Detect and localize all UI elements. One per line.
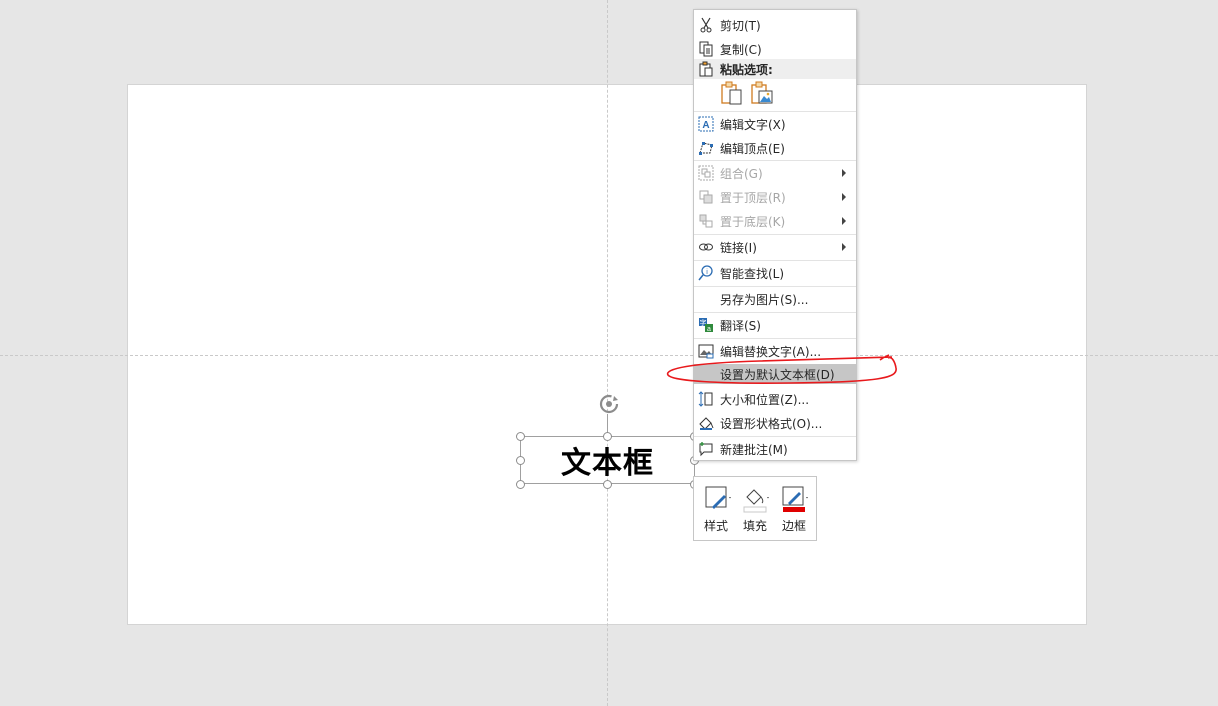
rotate-handle-icon[interactable] — [597, 392, 621, 416]
context-menu: 剪切(T) 复制(C) 粘贴选项: A 编辑文字(X) 编辑顶点(E) 组合(G… — [693, 9, 857, 461]
submenu-arrow-icon — [842, 243, 846, 251]
menu-item-size-position[interactable]: 大小和位置(Z)... — [694, 387, 856, 411]
horizontal-guide — [0, 355, 1218, 356]
translate-icon: 字a — [697, 316, 715, 334]
menu-item-cut[interactable]: 剪切(T) — [694, 13, 856, 37]
menu-item-label: 新建批注(M) — [720, 442, 788, 457]
edit-points-icon — [697, 139, 715, 157]
menu-item-bring-to-front[interactable]: 置于顶层(R) — [694, 185, 856, 209]
style-label: 样式 — [703, 519, 728, 533]
submenu-arrow-icon — [842, 169, 846, 177]
svg-text:i: i — [706, 269, 708, 276]
menu-item-label: 编辑文字(X) — [720, 117, 786, 132]
resize-handle-left[interactable] — [516, 456, 525, 465]
send-to-back-icon — [697, 212, 715, 230]
menu-item-link[interactable]: 链接(I) — [694, 235, 856, 259]
edit-text-icon: A — [697, 115, 715, 133]
menu-item-new-comment[interactable]: 新建批注(M) — [694, 437, 856, 461]
scissors-icon — [697, 16, 715, 34]
menu-item-label: 大小和位置(Z)... — [720, 392, 810, 407]
menu-item-format-shape[interactable]: 设置形状格式(O)... — [694, 411, 856, 435]
mini-toolbar: 样式 填充 边框 — [693, 476, 817, 541]
textbox-text[interactable]: 文本框 — [520, 436, 695, 484]
menu-item-edit-alt-text[interactable]: 编辑替换文字(A)... — [694, 339, 856, 363]
menu-item-label: 编辑替换文字(A)... — [720, 344, 822, 359]
svg-text:a: a — [707, 326, 711, 333]
menu-item-send-to-back[interactable]: 置于底层(K) — [694, 209, 856, 233]
menu-item-label: 组合(G) — [720, 166, 763, 181]
submenu-arrow-icon — [842, 193, 846, 201]
menu-item-label: 编辑顶点(E) — [720, 141, 785, 156]
resize-handle-top[interactable] — [603, 432, 612, 441]
menu-item-label: 另存为图片(S)... — [720, 292, 809, 307]
border-button[interactable]: 边框 — [776, 481, 812, 537]
menu-header-label: 粘贴选项: — [720, 62, 773, 77]
group-icon — [697, 164, 715, 182]
menu-item-label: 剪切(T) — [720, 18, 761, 33]
fill-label: 填充 — [742, 519, 767, 533]
style-button[interactable]: 样式 — [698, 481, 734, 537]
border-label: 边框 — [781, 519, 806, 533]
menu-item-copy[interactable]: 复制(C) — [694, 37, 856, 61]
menu-item-label: 设置为默认文本框(D) — [720, 367, 835, 382]
fill-button[interactable]: 填充 — [737, 481, 773, 537]
menu-header-paste-options: 粘贴选项: — [694, 59, 856, 79]
menu-item-translate[interactable]: 字a 翻译(S) — [694, 313, 856, 337]
menu-item-label: 复制(C) — [720, 42, 762, 57]
menu-item-smart-lookup[interactable]: i 智能查找(L) — [694, 261, 856, 285]
link-icon — [697, 238, 715, 256]
fill-bucket-icon — [743, 489, 769, 513]
bring-to-front-icon — [697, 188, 715, 206]
submenu-arrow-icon — [842, 217, 846, 225]
paste-picture-icon[interactable] — [750, 81, 774, 109]
menu-item-label: 智能查找(L) — [720, 266, 785, 281]
menu-item-edit-points[interactable]: 编辑顶点(E) — [694, 136, 856, 160]
paste-keep-formatting-icon[interactable] — [720, 81, 744, 109]
menu-item-label: 翻译(S) — [720, 318, 761, 333]
resize-handle-bottom[interactable] — [603, 480, 612, 489]
clipboard-icon — [697, 60, 715, 78]
size-position-icon — [697, 390, 715, 408]
resize-handle-bottom-left[interactable] — [516, 480, 525, 489]
border-pen-icon — [782, 486, 808, 512]
shape-style-icon — [705, 486, 731, 509]
menu-item-group[interactable]: 组合(G) — [694, 161, 856, 185]
menu-item-save-as-picture[interactable]: 另存为图片(S)... — [694, 287, 856, 311]
copy-icon — [697, 40, 715, 58]
menu-item-label: 置于底层(K) — [720, 214, 786, 229]
menu-item-label: 设置形状格式(O)... — [720, 416, 823, 431]
svg-text:A: A — [702, 120, 709, 131]
format-shape-icon — [697, 414, 715, 432]
resize-handle-top-left[interactable] — [516, 432, 525, 441]
smart-lookup-icon: i — [697, 264, 715, 282]
alt-text-icon — [697, 342, 715, 360]
menu-item-set-default-textbox[interactable]: 设置为默认文本框(D) — [694, 364, 856, 384]
menu-item-label: 链接(I) — [720, 240, 757, 255]
new-comment-icon — [697, 440, 715, 458]
vertical-guide — [607, 0, 608, 706]
paste-options-row — [720, 81, 774, 109]
menu-item-edit-text[interactable]: A 编辑文字(X) — [694, 112, 856, 136]
menu-item-label: 置于顶层(R) — [720, 190, 786, 205]
